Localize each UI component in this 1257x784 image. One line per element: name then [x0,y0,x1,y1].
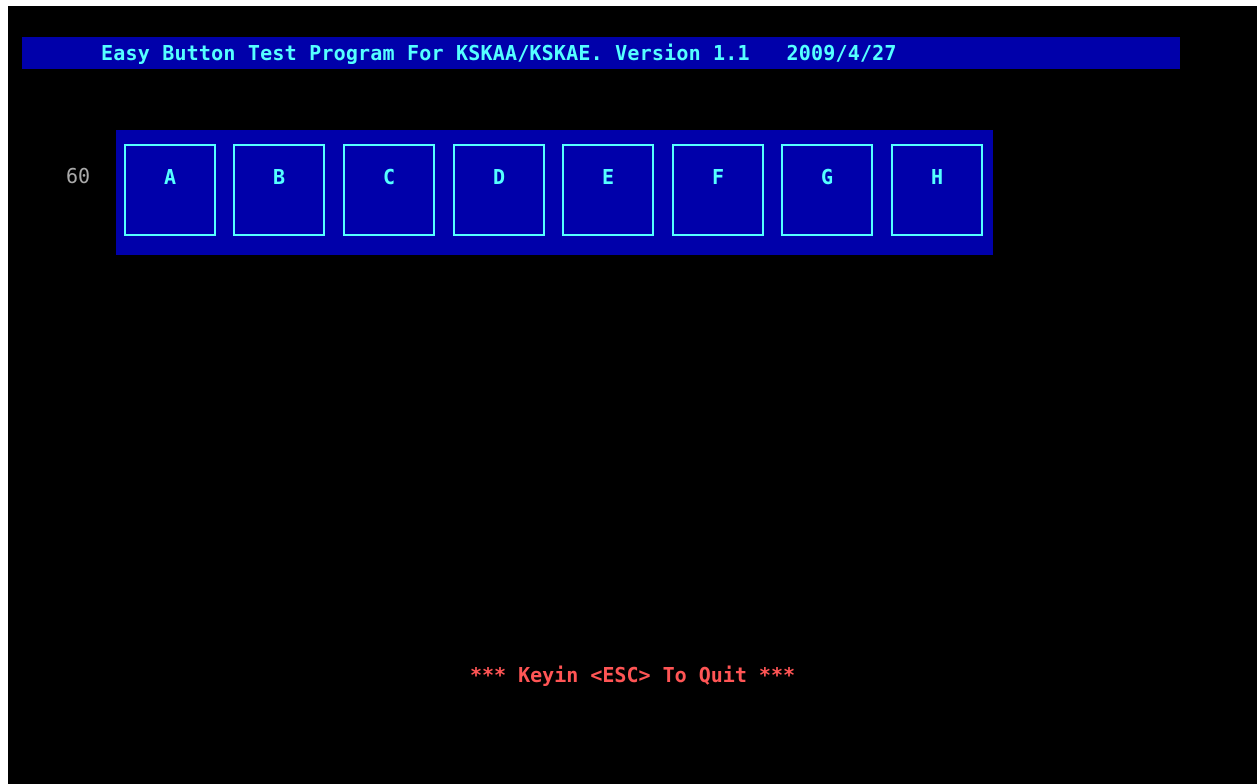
button-f[interactable]: F [672,144,764,236]
dos-screen: Easy Button Test Program For KSKAA/KSKAE… [8,6,1257,784]
button-d[interactable]: D [453,144,545,236]
button-label: H [930,165,944,189]
button-label: F [711,165,725,189]
button-b[interactable]: B [233,144,325,236]
button-label: D [492,165,506,189]
button-c[interactable]: C [343,144,435,236]
button-a[interactable]: A [124,144,216,236]
button-label: G [820,165,834,189]
title-bar: Easy Button Test Program For KSKAA/KSKAE… [22,37,1180,69]
button-label: C [382,165,396,189]
button-label: E [601,165,615,189]
button-e[interactable]: E [562,144,654,236]
row-counter: 60 [66,164,91,188]
button-panel: A B C D E F G H [116,130,993,255]
button-label: A [163,165,177,189]
button-g[interactable]: G [781,144,873,236]
quit-instruction: *** Keyin <ESC> To Quit *** [469,663,796,687]
program-title: Easy Button Test Program For KSKAA/KSKAE… [101,41,897,65]
button-label: B [272,165,286,189]
button-h[interactable]: H [891,144,983,236]
